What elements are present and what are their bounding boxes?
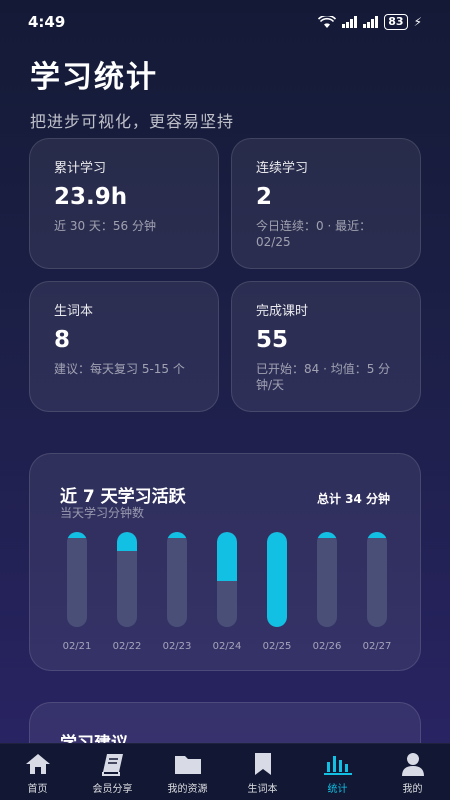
tab-vocabulary[interactable]: 生词本 xyxy=(225,750,300,795)
tab-me[interactable]: 我的 xyxy=(375,750,450,795)
activity-bar-02-26: 02/26 xyxy=(312,532,342,652)
wifi-icon xyxy=(318,16,337,28)
tab-stats[interactable]: 统计 xyxy=(300,750,375,795)
activity-total: 总计 34 分钟 xyxy=(316,492,390,506)
bar-track xyxy=(217,532,237,627)
stat-card-streak: 连续学习 2 今日连续：0 · 最近：02/25 xyxy=(231,138,421,269)
tab-member-share[interactable]: 会员分享 xyxy=(75,750,150,795)
signal-icon xyxy=(342,16,358,28)
stat-label: 生词本 xyxy=(54,304,94,319)
bar-track xyxy=(317,532,337,627)
bar-track xyxy=(67,532,87,627)
header: 学习统计 把进步可视化，更容易坚持 xyxy=(30,52,234,132)
stat-value: 55 xyxy=(256,327,289,353)
tab-my-resources[interactable]: 我的资源 xyxy=(150,750,225,795)
bar-fill xyxy=(67,532,87,538)
bar-date-label: 02/23 xyxy=(162,641,192,652)
bar-fill xyxy=(117,532,137,551)
stat-card-total-study: 累计学习 23.9h 近 30 天：56 分钟 xyxy=(29,138,219,269)
user-icon xyxy=(400,750,426,776)
activity-bar-02-21: 02/21 xyxy=(62,532,92,652)
activity-subtitle: 当天学习分钟数 xyxy=(60,506,145,520)
stat-label: 连续学习 xyxy=(256,161,309,176)
stat-note: 近 30 天：56 分钟 xyxy=(54,219,156,233)
stat-value: 23.9h xyxy=(54,184,128,210)
bookmark-icon xyxy=(251,750,275,776)
bottom-tab-bar: 首页 会员分享 我的资源 生词本 统计 我的 xyxy=(0,743,450,800)
bar-date-label: 02/22 xyxy=(112,641,142,652)
charging-icon: ⚡ xyxy=(413,15,422,29)
stat-value: 8 xyxy=(54,327,71,353)
stats-grid: 累计学习 23.9h 近 30 天：56 分钟 连续学习 2 今日连续：0 · … xyxy=(29,138,421,412)
bar-track xyxy=(267,532,287,627)
stat-card-lessons: 完成课时 55 已开始：84 · 均值：5 分钟/天 xyxy=(231,281,421,412)
status-time: 4:49 xyxy=(28,13,66,31)
stat-note: 已开始：84 · 均值：5 分钟/天 xyxy=(256,362,391,392)
activity-bar-02-22: 02/22 xyxy=(112,532,142,652)
activity-card: 近 7 天学习活跃 当天学习分钟数 总计 34 分钟 02/21 02/22 02/… xyxy=(29,453,421,671)
tab-label: 生词本 xyxy=(247,783,278,795)
stat-label: 累计学习 xyxy=(54,161,107,176)
tab-home[interactable]: 首页 xyxy=(0,750,75,795)
home-icon xyxy=(24,750,52,776)
bar-date-label: 02/26 xyxy=(312,641,342,652)
page-title: 学习统计 xyxy=(30,60,158,95)
bar-fill xyxy=(167,532,187,538)
stat-value: 2 xyxy=(256,184,273,210)
status-icons: 83 ⚡ xyxy=(318,14,422,30)
tab-label: 我的 xyxy=(402,783,423,795)
activity-bar-chart: 02/21 02/22 02/23 02/24 02/25 02/26 02/27 xyxy=(62,532,392,652)
status-bar: 4:49 83 ⚡ xyxy=(0,0,450,44)
bar-track xyxy=(367,532,387,627)
stat-note: 今日连续：0 · 最近：02/25 xyxy=(256,219,372,249)
bar-date-label: 02/27 xyxy=(362,641,392,652)
book-icon xyxy=(99,750,127,776)
bar-fill xyxy=(317,532,337,538)
bar-track xyxy=(117,532,137,627)
bar-fill xyxy=(267,532,287,627)
bar-date-label: 02/25 xyxy=(262,641,292,652)
activity-bar-02-23: 02/23 xyxy=(162,532,192,652)
activity-bar-02-25: 02/25 xyxy=(262,532,292,652)
battery-icon: 83 xyxy=(384,14,408,30)
activity-bar-02-27: 02/27 xyxy=(362,532,392,652)
page-subtitle: 把进步可视化，更容易坚持 xyxy=(30,112,235,131)
activity-bar-02-24: 02/24 xyxy=(212,532,242,652)
bar-track xyxy=(167,532,187,627)
folder-icon xyxy=(173,750,203,776)
bar-date-label: 02/21 xyxy=(62,641,92,652)
tab-label: 统计 xyxy=(327,783,348,795)
stat-card-vocabulary[interactable]: 生词本 8 建议：每天复习 5-15 个 xyxy=(29,281,219,412)
signal-icon-2 xyxy=(363,16,379,28)
bar-fill xyxy=(217,532,237,581)
tab-label: 会员分享 xyxy=(92,783,133,795)
stat-label: 完成课时 xyxy=(256,304,309,319)
stat-note: 建议：每天复习 5-15 个 xyxy=(54,362,185,376)
stats-icon xyxy=(323,750,353,776)
bar-date-label: 02/24 xyxy=(212,641,242,652)
tab-label: 我的资源 xyxy=(167,783,208,795)
tab-label: 首页 xyxy=(27,783,48,795)
bar-fill xyxy=(367,532,387,538)
